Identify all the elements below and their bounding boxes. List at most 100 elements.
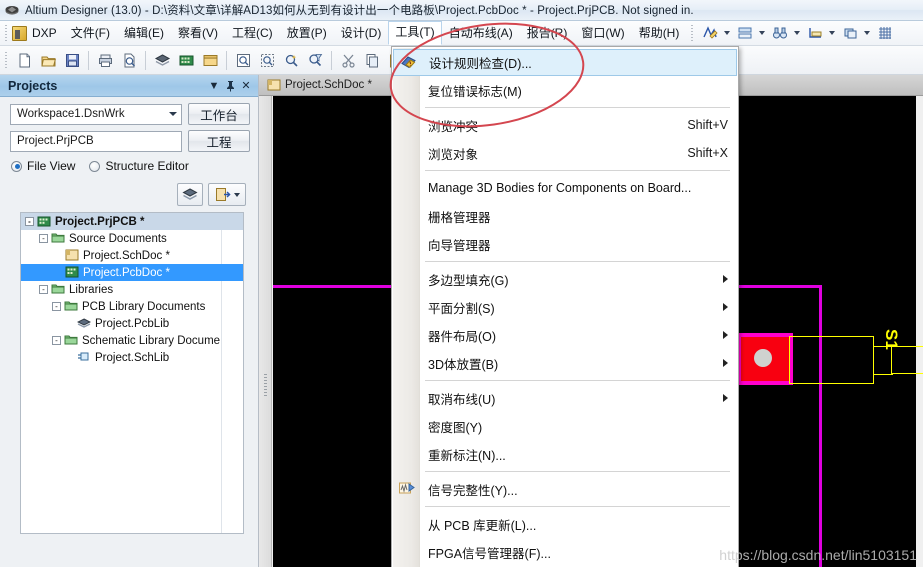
chevron-down-icon[interactable]: ▼: [206, 78, 222, 94]
board-window-icon[interactable]: [198, 49, 222, 72]
tree-row-pcbdoc[interactable]: Project.PcbDoc *: [21, 264, 243, 281]
tree-expander-icon[interactable]: -: [25, 217, 34, 226]
menu-item-un-route[interactable]: 取消布线(U): [392, 384, 738, 412]
submenu-arrow-icon: [723, 303, 728, 311]
project-field[interactable]: Project.PrjPCB: [10, 130, 182, 152]
menu-item-update-from-pcb-libraries[interactable]: 从 PCB 库更新(L)...: [392, 510, 738, 538]
dimension-ruler-dropdown-icon[interactable]: [829, 31, 836, 35]
project-row: Project.PrjPCB 工程: [10, 130, 250, 152]
document-tab-schdoc[interactable]: Project.SchDoc *: [259, 75, 380, 96]
tree-row-pcblib[interactable]: Project.PcbLib: [21, 315, 243, 332]
menu-item-density-map[interactable]: 密度图(Y): [392, 412, 738, 440]
menu-autoroute[interactable]: 自动布线(A): [442, 22, 520, 45]
tree-row-schematic-library-documents[interactable]: - Schematic Library Docume: [21, 332, 243, 349]
menu-item-shortcut: Shift+X: [687, 146, 728, 160]
projects-panel-title: Projects: [8, 78, 58, 93]
menu-item-label: FPGA信号管理器(F)...: [428, 546, 551, 561]
workspace-button[interactable]: 工作台: [188, 103, 250, 125]
pcb-layers-icon[interactable]: [177, 183, 203, 206]
pcb-board-icon[interactable]: [174, 49, 198, 72]
tree-row-libraries[interactable]: - Libraries: [21, 281, 243, 298]
menu-item-component-placement[interactable]: 器件布局(O): [392, 321, 738, 349]
zoom-filter-icon[interactable]: [303, 49, 327, 72]
menu-item-grid-manager[interactable]: 栅格管理器: [392, 202, 738, 230]
menu-item-3d-body-placement[interactable]: 3D体放置(B): [392, 349, 738, 377]
schlib-icon: [77, 351, 91, 364]
copy-icon[interactable]: [360, 49, 384, 72]
tree-row-schlib[interactable]: Project.SchLib: [21, 349, 243, 366]
polygon-pour-icon[interactable]: [839, 23, 860, 43]
menu-view[interactable]: 察看(V): [171, 22, 225, 45]
print-preview-icon[interactable]: [117, 49, 141, 72]
tree-expander-icon[interactable]: -: [39, 285, 48, 294]
menu-tools[interactable]: 工具(T): [388, 21, 442, 45]
menu-item-browse-objects[interactable]: 浏览对象 Shift+X: [392, 139, 738, 167]
menu-dxp[interactable]: DXP: [30, 22, 64, 45]
menubar-grip[interactable]: [3, 24, 10, 42]
pin-icon[interactable]: [222, 78, 238, 94]
binoculars-icon[interactable]: [769, 23, 790, 43]
menu-item-design-rule-check[interactable]: 设计规则检查(D)...: [393, 49, 737, 76]
toolbar-grip[interactable]: [3, 51, 10, 69]
polygon-pour-dropdown-icon[interactable]: [864, 31, 871, 35]
print-icon[interactable]: [93, 49, 117, 72]
grid-icon[interactable]: [874, 23, 895, 43]
open-folder-icon[interactable]: [36, 49, 60, 72]
canvas-vertical-scrollbar[interactable]: [259, 96, 272, 567]
layer-stack-icon[interactable]: [150, 49, 174, 72]
open-document-icon[interactable]: [208, 183, 246, 206]
close-icon[interactable]: ✕: [238, 78, 254, 94]
menu-item-split-planes[interactable]: 平面分割(S): [392, 293, 738, 321]
tree-expander-icon[interactable]: -: [52, 302, 61, 311]
tree-row-source-documents[interactable]: - Source Documents: [21, 230, 243, 247]
tree-row-label: Libraries: [69, 283, 114, 296]
radio-file-view[interactable]: File View: [11, 159, 75, 173]
new-document-icon[interactable]: [12, 49, 36, 72]
submenu-arrow-icon: [723, 394, 728, 402]
menu-separator-4: [425, 380, 730, 381]
menu-project[interactable]: 工程(C): [225, 22, 280, 45]
project-tree[interactable]: - Project.PrjPCB * - Source Documents Pr…: [20, 212, 244, 534]
menu-item-label: 浏览冲突: [428, 119, 479, 134]
menu-reports[interactable]: 报告(R): [520, 22, 575, 45]
layers-stack-dropdown-icon[interactable]: [759, 31, 766, 35]
menu-item-manage-3d-bodies[interactable]: Manage 3D Bodies for Components on Board…: [392, 174, 738, 202]
save-icon[interactable]: [60, 49, 84, 72]
menu-item-signal-integrity[interactable]: 信号完整性(Y)...: [392, 475, 738, 503]
radio-file-view-dot: [11, 160, 22, 172]
menu-item-re-annotate[interactable]: 重新标注(N)...: [392, 440, 738, 468]
zoom-area-icon[interactable]: [255, 49, 279, 72]
altium-icon: [4, 2, 20, 18]
tree-expander-icon[interactable]: -: [52, 336, 61, 345]
radio-structure-editor[interactable]: Structure Editor: [89, 159, 189, 173]
zoom-in-icon[interactable]: [279, 49, 303, 72]
tree-expander-icon[interactable]: -: [39, 234, 48, 243]
menu-design[interactable]: 设计(D): [334, 22, 389, 45]
menu-file[interactable]: 文件(F): [64, 22, 117, 45]
cut-scissors-icon[interactable]: [336, 49, 360, 72]
binoculars-dropdown-icon[interactable]: [794, 31, 801, 35]
tree-row-schdoc[interactable]: Project.SchDoc *: [21, 247, 243, 264]
zoom-document-icon[interactable]: [231, 49, 255, 72]
workspace-select[interactable]: Workspace1.DsnWrk: [10, 103, 182, 125]
menu-item-browse-violations[interactable]: 浏览冲突 Shift+V: [392, 111, 738, 139]
project-button[interactable]: 工程: [188, 130, 250, 152]
ruler-pencil-icon[interactable]: [699, 23, 720, 43]
menu-item-reset-error-markers[interactable]: 复位错误标志(M): [392, 76, 738, 104]
menu-window[interactable]: 窗口(W): [574, 22, 631, 45]
menu-item-label: 浏览对象: [428, 147, 479, 162]
menu-item-wizard-manager[interactable]: 向导管理器: [392, 230, 738, 258]
ruler-pencil-dropdown-icon[interactable]: [724, 31, 731, 35]
submenu-arrow-icon: [723, 331, 728, 339]
workspace-dropdown-icon[interactable]: [164, 105, 181, 124]
menu-help[interactable]: 帮助(H): [632, 22, 687, 45]
menu-item-polygon-pours[interactable]: 多边型填充(G): [392, 265, 738, 293]
tree-row-project[interactable]: - Project.PrjPCB *: [21, 213, 243, 230]
menu-item-fpga-signal-manager[interactable]: FPGA信号管理器(F)...: [392, 538, 738, 566]
menu-place[interactable]: 放置(P): [280, 22, 334, 45]
menu-edit[interactable]: 编辑(E): [117, 22, 171, 45]
workspace-row: Workspace1.DsnWrk 工作台: [10, 103, 250, 125]
layers-stack-icon[interactable]: [734, 23, 755, 43]
tree-row-pcb-library-documents[interactable]: - PCB Library Documents: [21, 298, 243, 315]
dimension-ruler-icon[interactable]: [804, 23, 825, 43]
